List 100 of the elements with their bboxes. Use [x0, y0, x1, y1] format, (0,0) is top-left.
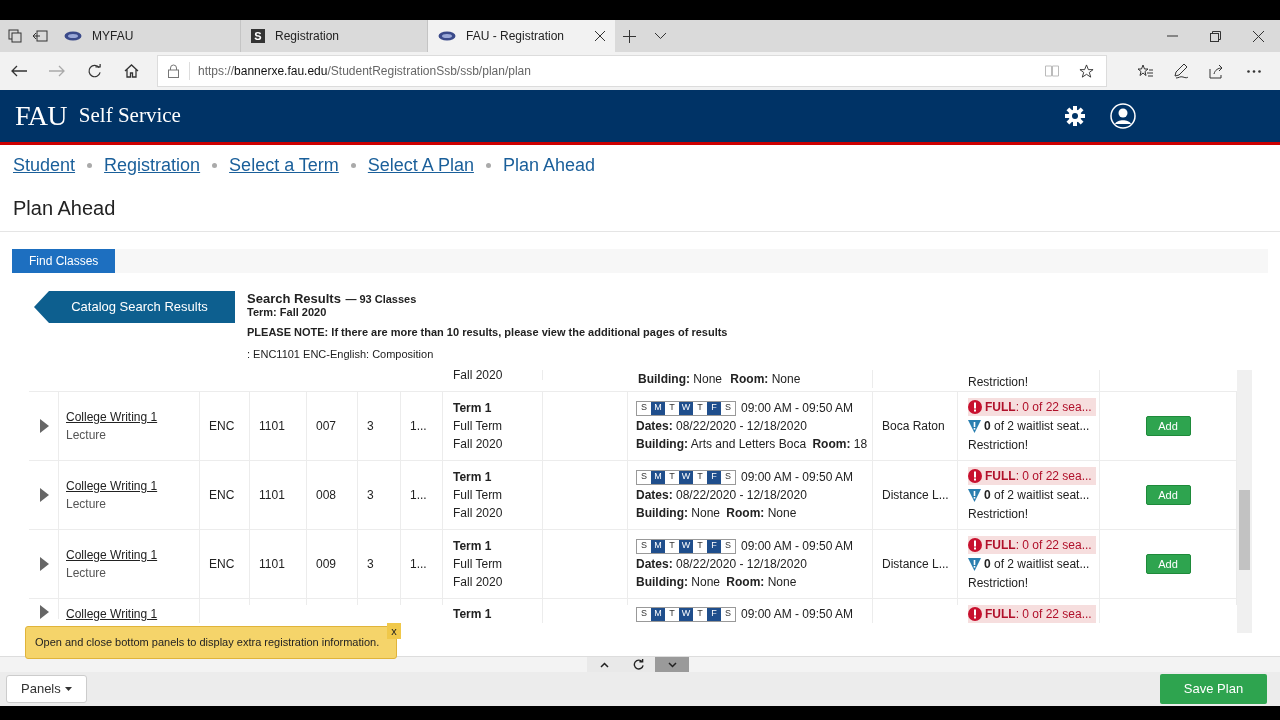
results-note: PLEASE NOTE: If there are more than 10 results, please view the additional pages of results [247, 325, 728, 340]
results-count: — 93 Classes [345, 293, 417, 305]
building-room-text: Building: Arts and Letters Boca Room: 18 [636, 436, 869, 453]
term-text: Full Term [453, 487, 504, 504]
term-text: Fall 2020 [453, 436, 504, 453]
star-icon[interactable] [1079, 63, 1094, 79]
campus-text: Distance L... [882, 487, 950, 504]
breadcrumb-link[interactable]: Plan Ahead [502, 151, 595, 179]
site-logo: S [251, 29, 265, 43]
course-title-link[interactable]: College Writing 1 [66, 605, 199, 623]
status-text: FULL: 0 of 22 sea... [985, 537, 1092, 554]
dates-text: Dates: 08/22/2020 - 12/18/2020 [636, 418, 808, 435]
alert-icon [968, 400, 982, 414]
lock-icon [168, 64, 179, 78]
breadcrumb-link[interactable]: Select A Plan [367, 151, 474, 179]
table-cell-text: 007 [316, 418, 338, 435]
term-text: Term 1 [453, 538, 493, 555]
settings-icon[interactable] [1065, 106, 1085, 126]
status-text: FULL: 0 of 22 sea... [985, 399, 1092, 416]
term-text: Term 1 [453, 469, 493, 486]
waitlist-text: 0 of 2 waitlist seat... [984, 418, 1090, 435]
course-title-link[interactable]: College Writing 1 [66, 477, 199, 495]
chevron-up-icon [599, 661, 609, 668]
set-aside-tabs-icon[interactable] [32, 30, 48, 42]
course-title-link[interactable]: College Writing 1 [66, 408, 199, 426]
alert-icon [968, 607, 982, 621]
expand-triangle-icon[interactable] [40, 419, 49, 433]
waitlist-icon [968, 557, 981, 571]
logo[interactable]: FAU [15, 95, 67, 137]
tab-title: FAU - Registration [466, 28, 566, 45]
more-icon[interactable] [1247, 69, 1261, 73]
day-letter: W [679, 539, 693, 553]
term-text: Full Term [453, 556, 504, 573]
day-letter: F [707, 401, 721, 415]
day-letter: M [651, 401, 665, 415]
close-icon[interactable] [1253, 30, 1264, 42]
close-tab-icon[interactable] [595, 31, 605, 41]
table-cell-text: ENC [209, 487, 236, 504]
schedule-type: Lecture [66, 427, 108, 444]
table-cell-text: 008 [316, 487, 338, 504]
tab-title: MYFAU [92, 28, 135, 45]
schedule-type: Lecture [66, 565, 108, 582]
caret-icon [64, 687, 72, 691]
app-title: Self Service [78, 102, 181, 130]
meeting-time: 09:00 AM - 09:50 AM [741, 606, 854, 623]
table-cell-text: 1101 [259, 418, 286, 435]
pen-icon[interactable] [1173, 63, 1189, 79]
tab-list-icon[interactable] [8, 29, 22, 43]
table-cell-text: 1... [410, 487, 428, 504]
campus-text: Boca Raton [882, 418, 946, 435]
meeting-time: 09:00 AM - 09:50 AM [741, 538, 854, 555]
alert-icon [968, 538, 982, 552]
waitlist-icon [968, 419, 981, 433]
meeting-time: 09:00 AM - 09:50 AM [741, 469, 854, 486]
share-icon[interactable] [1209, 63, 1225, 79]
breadcrumb-link[interactable]: Registration [104, 151, 201, 179]
scrollbar[interactable] [1237, 370, 1252, 633]
term-text: Fall 2020 [453, 574, 504, 591]
home-icon[interactable] [124, 64, 139, 78]
building-room-text: Building: None Room: None [636, 505, 798, 522]
table-cell-text: 1... [410, 418, 428, 435]
url-text: https://bannerxe.fau.edu/StudentRegistrationSsb/ssb/plan/plan [189, 62, 531, 80]
table-cell-text: 1... [410, 556, 428, 573]
back-icon[interactable] [11, 65, 27, 77]
tab-title: Registration [275, 28, 341, 45]
table-cell-text: Fall 2020 [452, 370, 504, 380]
breadcrumb-link[interactable]: Student [13, 151, 76, 179]
expand-triangle-icon[interactable] [40, 605, 49, 619]
chevron-down-icon[interactable] [654, 32, 667, 40]
close-tooltip-button[interactable]: x [387, 623, 401, 639]
browser-tab[interactable]: FAU - Registration [428, 20, 615, 52]
restriction-text: Restriction! [968, 575, 1030, 592]
schedule-type: Lecture [66, 496, 108, 513]
refresh-icon [632, 659, 644, 670]
catalog-search-results-button[interactable]: Catalog Search Results [34, 291, 235, 323]
tooltip-text: Open and close bottom panels to display extra registration information. [35, 635, 380, 651]
status-text: FULL: 0 of 22 sea... [985, 606, 1092, 623]
table-cell-text: Restriction! [967, 374, 1030, 391]
new-tab-icon[interactable] [623, 29, 636, 43]
user-avatar-icon[interactable] [1110, 103, 1136, 129]
course-title-link[interactable]: College Writing 1 [66, 546, 199, 564]
dates-text: Dates: 08/22/2020 - 12/18/2020 [636, 487, 808, 504]
address-field[interactable]: https://bannerxe.fau.edu/StudentRegistrationSsb/ssb/plan/plan [157, 55, 1107, 87]
refresh-icon[interactable] [87, 63, 102, 79]
restore-icon[interactable] [1210, 30, 1221, 42]
favorites-icon[interactable] [1137, 63, 1153, 79]
table-cell-text: 1101 [259, 487, 286, 504]
page-title: Plan Ahead [13, 196, 116, 221]
expand-triangle-icon[interactable] [40, 488, 49, 502]
breadcrumb-link[interactable]: Select a Term [229, 151, 339, 179]
table-cell-text: 3 [367, 556, 375, 573]
term-text: Fall 2020 [453, 505, 504, 522]
day-letter: W [679, 401, 693, 415]
building-room-text: Building: None Room: None [636, 574, 798, 591]
panels-dropdown[interactable]: Panels [6, 675, 87, 703]
expand-triangle-icon[interactable] [40, 557, 49, 571]
day-letter: M [651, 470, 665, 484]
results-title: Search Results [247, 291, 341, 306]
results-term: Term: Fall 2020 [247, 306, 328, 319]
find-classes-tab[interactable]: Find Classes [12, 249, 116, 273]
